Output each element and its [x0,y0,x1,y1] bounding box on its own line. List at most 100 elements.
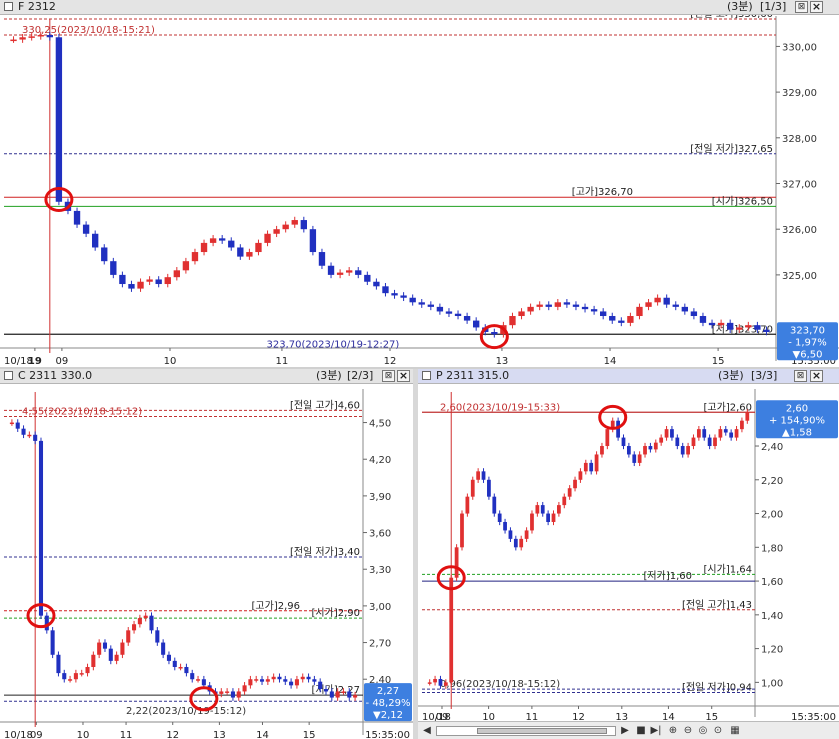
candle-body [312,679,317,682]
price-chart-bottom-right[interactable]: 2,402,202,001,801,601,401,201,0010/1809 1… [418,384,839,721]
panel-titlebar[interactable]: C 2311 330.0 (3분) [2/3] ⊠ × [0,369,413,384]
panel-menu-icon[interactable] [4,2,13,11]
maximize-icon[interactable]: ⊠ [382,370,395,382]
panel-menu-icon[interactable] [4,371,13,380]
zoom-reset-icon[interactable]: ◎ [696,724,710,738]
candle-body [46,34,53,38]
candle-body [503,521,507,531]
zoom-in-icon[interactable]: ⊕ [666,724,680,738]
maximize-icon[interactable]: ⊠ [794,370,807,382]
candle-body [73,673,78,680]
symbol-label: P 2311 315.0 [422,369,509,383]
candle-body [56,654,61,674]
zoom-fit-icon[interactable]: ⊙ [711,724,725,738]
panel-titlebar[interactable]: F 2312 (3분) [1/3] ⊠ × [0,0,839,15]
maximize-icon[interactable]: ⊠ [795,1,808,13]
zoom-out-icon[interactable]: ⊖ [681,724,695,738]
candle-body [663,297,670,305]
panel-titlebar[interactable]: P 2311 315.0 (3분) [3/3] ⊠ × [418,369,839,384]
time-tick-label: 15 [303,730,316,739]
panel-index-label: [3/3] [751,369,778,382]
scroll-left-icon[interactable]: ◀ [420,724,434,738]
candle-body [335,691,340,698]
close-icon[interactable]: × [810,370,823,382]
candle-body [745,412,750,421]
candle-body [38,440,44,616]
candle-body [563,302,571,305]
time-tick-label: 09 [30,730,43,739]
candle-body [717,322,725,326]
candle-body [551,513,556,522]
candle-body [546,513,551,522]
chart-panel-bottom-right[interactable]: P 2311 315.0 (3분) [3/3] ⊠ × 2,40 2,20 2,00… [418,369,839,721]
candle-body [21,428,26,435]
candle-body [137,281,144,289]
close-icon[interactable]: × [397,370,410,382]
symbol-text: F 2312 [18,0,56,13]
time-tick-label: 15:35:00 [365,730,410,739]
grid-icon[interactable]: ▦ [728,724,742,738]
candle-body [572,304,580,307]
candle-body [621,437,626,447]
price-tick-label: 328,00 [782,134,817,145]
price-tick-label: 327,00 [782,180,817,191]
time-tick-label: 15 [712,356,725,367]
candle-body [225,691,230,693]
candle-body [201,679,206,686]
candle-body [164,277,171,285]
chart-panel-top[interactable]: F 2312 (3분) [1/3] ⊠ × 330,00 329,00 328,00… [0,0,839,367]
candle-body [237,247,244,257]
candle-body [727,322,734,330]
scroll-end-icon[interactable]: ▶| [649,724,663,738]
candle-body [336,272,344,275]
candle-body [126,630,131,643]
chart-scrollbar[interactable] [436,726,616,736]
time-tick-label: 13 [213,730,226,739]
price-level-label: [전일 고가]1,43 [682,599,752,611]
candle-body [618,320,625,323]
panel-menu-icon[interactable] [422,371,431,380]
candle-body [445,311,453,314]
stop-icon[interactable]: ■ [634,724,648,738]
price-chart-bottom-left[interactable]: 4,504,203,903,603,303,002,702,4010/1809 1… [0,384,413,739]
candle-body [19,37,26,40]
candle-body [545,304,552,307]
candle-body [418,302,425,305]
candle-body [681,306,688,312]
candle-body [191,252,199,262]
time-tick-label: 14 [604,356,617,367]
panel-index-label: [2/3] [347,369,374,382]
scrollbar-thumb[interactable] [477,728,607,734]
candle-body [648,446,653,450]
candle-body [409,297,416,303]
candle-body [436,306,444,312]
candle-body [294,679,299,686]
candle-body [632,454,637,463]
candle-body [600,446,604,455]
price-chart-top[interactable]: 330,00329,00328,00327,00326,00325,0010/1… [0,15,839,367]
price-level-label: [고가]326,70 [572,186,633,198]
candle-body [540,505,545,514]
close-icon[interactable]: × [810,1,823,13]
candle-body [264,233,271,243]
candle-body [562,496,567,506]
candle-body [327,265,335,275]
candle-body [114,654,119,661]
candle-body [306,676,311,680]
candle-body [583,462,588,472]
candle-body [637,454,642,463]
candle-body [508,530,513,539]
extreme-annotation-label: 323,70(2023/10/19-12:27) [266,339,399,350]
candle-body [463,316,471,321]
candle-body [265,679,270,682]
candle-body [659,437,664,443]
candle-body [161,642,166,655]
time-tick-label: 13 [615,712,628,721]
price-tick-label: 1,20 [761,645,783,656]
candle-body [259,679,265,682]
candle-body [346,270,353,273]
chart-panel-bottom-left[interactable]: C 2311 330.0 (3분) [2/3] ⊠ × 4,50 4,20 3,90… [0,369,413,739]
scroll-right-icon[interactable]: ▶ [618,724,632,738]
candle-body [718,429,723,438]
candle-body [670,429,674,438]
